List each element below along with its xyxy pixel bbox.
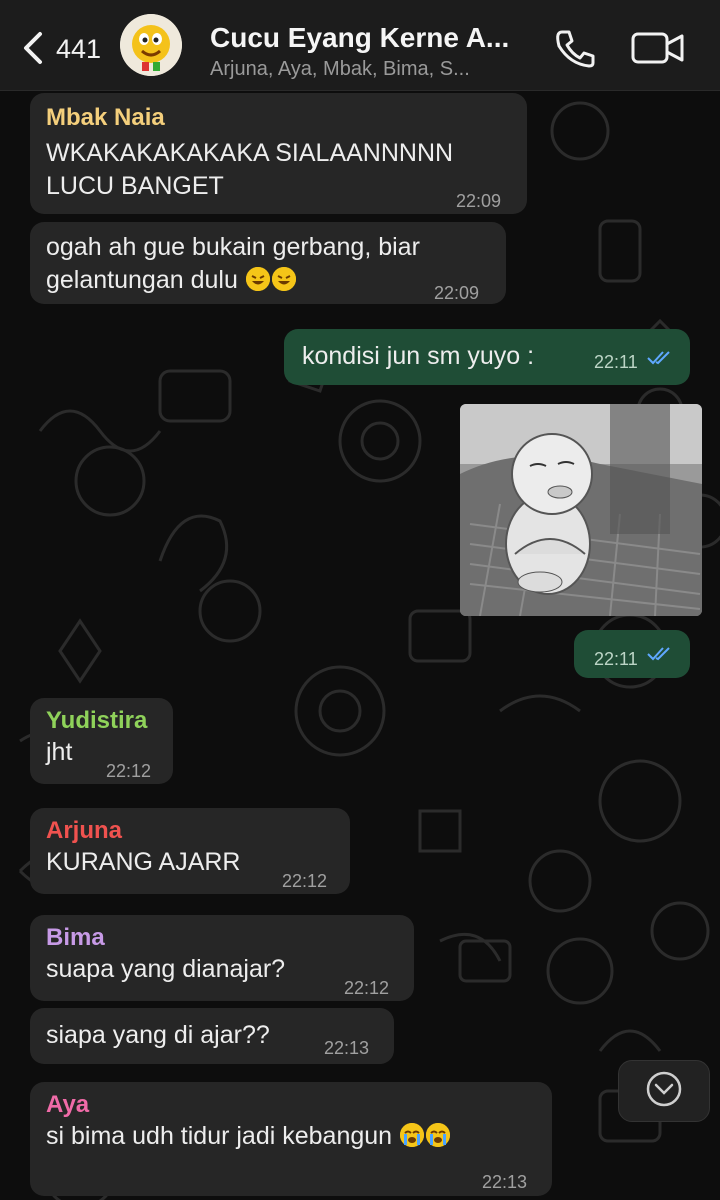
chat-members[interactable]: Arjuna, Aya, Mbak, Bima, S... bbox=[210, 58, 470, 81]
unread-count[interactable]: 441 bbox=[56, 34, 101, 65]
message-time: 22:11 bbox=[594, 649, 638, 669]
message-text: siapa yang di ajar?? bbox=[46, 1021, 270, 1049]
message-time: 22:09 bbox=[456, 191, 502, 211]
outgoing-message-bubble[interactable]: 22:11 bbox=[574, 630, 690, 678]
message-time: 22:12 bbox=[344, 978, 390, 998]
message-bubble[interactable]: siapa yang di ajar?? 22:13 bbox=[30, 1008, 394, 1064]
sender-name[interactable]: Aya bbox=[46, 1090, 536, 1120]
read-receipt-icon bbox=[647, 351, 670, 365]
message-bubble[interactable]: Bima suapa yang dianajar? 22:12 bbox=[30, 915, 414, 1001]
message-text: kondisi jun sm yuyo : bbox=[302, 342, 535, 370]
phone-icon[interactable] bbox=[552, 28, 596, 68]
scroll-to-bottom-button[interactable] bbox=[618, 1060, 710, 1122]
video-call-icon[interactable] bbox=[630, 30, 686, 66]
message-bubble[interactable]: Aya si bima udh tidur jadi kebangun 22:1… bbox=[30, 1082, 552, 1196]
read-receipt-icon bbox=[647, 647, 670, 661]
message-bubble[interactable]: Yudistira jht 22:12 bbox=[30, 698, 173, 784]
message-time: 22:12 bbox=[282, 871, 328, 891]
message-bubble[interactable]: Arjuna KURANG AJARR 22:12 bbox=[30, 808, 350, 894]
chevron-down-icon bbox=[646, 1071, 682, 1107]
group-avatar[interactable] bbox=[120, 14, 182, 76]
crying-emoji-icon bbox=[392, 1122, 451, 1150]
sender-name[interactable]: Mbak Naia bbox=[46, 103, 511, 133]
message-list[interactable]: Mbak Naia WKAKAKAKAKAKA SIALAANNNNN LUCU… bbox=[0, 91, 720, 1200]
message-text: WKAKAKAKAKAKA SIALAANNNNN LUCU BANGET bbox=[46, 139, 454, 200]
outgoing-message-bubble[interactable]: kondisi jun sm yuyo : 22:11 bbox=[284, 329, 690, 385]
back-chevron-icon[interactable] bbox=[16, 28, 56, 68]
message-time: 22:11 bbox=[594, 352, 638, 372]
chat-title[interactable]: Cucu Eyang Kerne A... bbox=[210, 22, 509, 54]
message-time: 22:09 bbox=[434, 283, 480, 303]
chat-header: 441 Cucu Eyang Kerne A... Arjuna, Aya, M… bbox=[0, 0, 720, 91]
message-bubble[interactable]: ogah ah gue bukain gerbang, biar gelantu… bbox=[30, 222, 506, 304]
laughing-emoji-icon bbox=[238, 266, 296, 294]
message-time: 22:13 bbox=[324, 1038, 370, 1058]
message-bubble[interactable]: Mbak Naia WKAKAKAKAKAKA SIALAANNNNN LUCU… bbox=[30, 93, 527, 214]
sender-name[interactable]: Yudistira bbox=[46, 706, 157, 736]
sender-name[interactable]: Bima bbox=[46, 923, 398, 953]
message-text: ogah ah gue bukain gerbang, biar gelantu… bbox=[46, 233, 420, 294]
message-time: 22:12 bbox=[106, 761, 152, 781]
sticker-image[interactable] bbox=[460, 404, 702, 616]
message-time: 22:13 bbox=[482, 1172, 528, 1192]
message-text: si bima udh tidur jadi kebangun bbox=[46, 1122, 393, 1150]
sender-name[interactable]: Arjuna bbox=[46, 816, 334, 846]
